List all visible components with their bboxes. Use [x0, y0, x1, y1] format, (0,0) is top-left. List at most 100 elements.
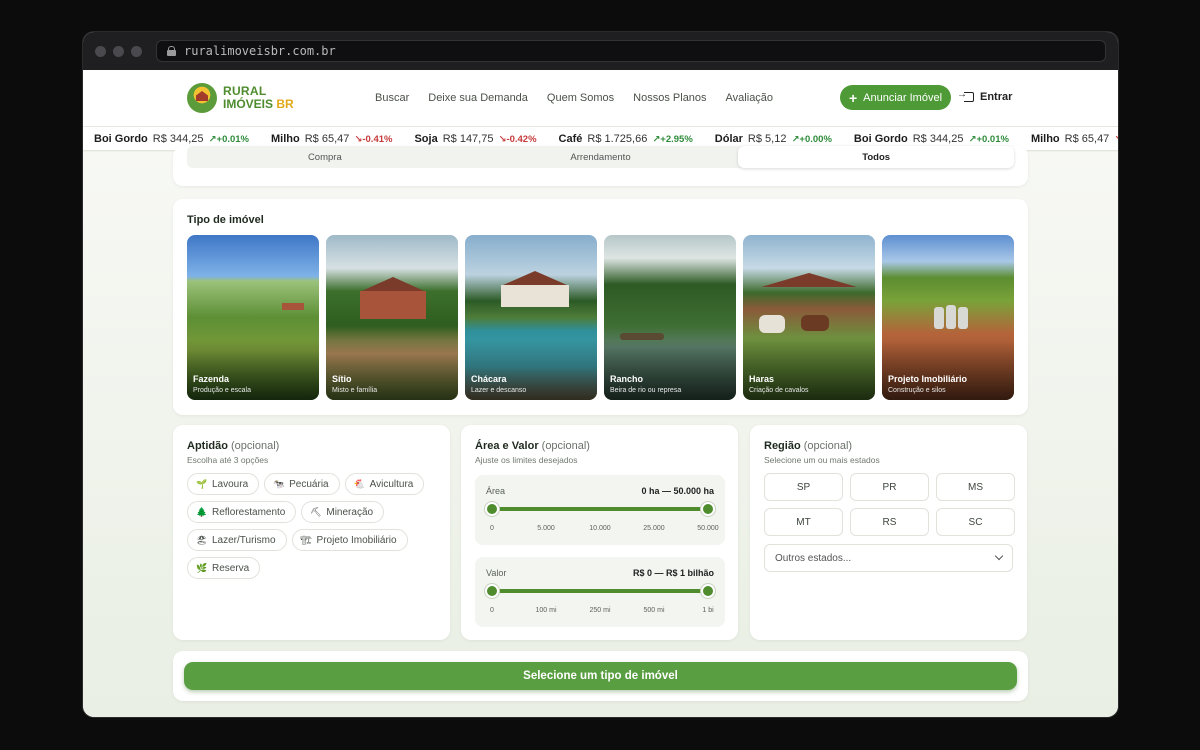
area-max-handle[interactable]	[701, 502, 715, 516]
ticker-price: R$ 65,47	[1064, 132, 1110, 145]
chip-label: Mineração	[326, 506, 374, 518]
chip-avicultura[interactable]: 🐔 Avicultura	[344, 473, 425, 495]
tile-subtitle: Misto e família	[332, 387, 378, 394]
chip-reserva[interactable]: 🌿 Reserva	[187, 557, 261, 579]
plus-icon: +	[848, 89, 858, 106]
chip-label: Lavoura	[212, 478, 249, 490]
regiao-optional: (opcional)	[803, 440, 853, 452]
ticker-change: ↗+0.00%	[791, 133, 832, 145]
logo-line2-a: IMÓVEIS	[223, 97, 274, 111]
state-rs[interactable]: RS	[850, 508, 929, 536]
ticker-change: ↘-0.42%	[498, 133, 537, 145]
url-text: ruralimoveisbr.com.br	[184, 44, 336, 58]
nav-buscar[interactable]: Buscar	[375, 92, 409, 104]
close-window-button[interactable]	[95, 45, 106, 57]
tile-sitio[interactable]: Sítio Misto e família	[326, 235, 458, 400]
ticker-change: ↗+0.01%	[208, 133, 250, 145]
ticker-item: Café R$ 1.725,66 ↗+2.95%	[559, 133, 693, 145]
nav-avaliacao[interactable]: Avaliação	[726, 92, 774, 104]
tile-projeto-imobiliario[interactable]: Projeto Imobiliário Construção e silos	[882, 235, 1014, 400]
tile-chacara[interactable]: Chácara Lazer e descanso	[465, 235, 597, 400]
nav-deixe-sua-demanda[interactable]: Deixe sua Demanda	[428, 92, 528, 104]
tile-fazenda[interactable]: Fazenda Produção e escala	[187, 235, 319, 400]
segment-arrendamento[interactable]: Arrendamento	[463, 146, 739, 168]
valor-max-handle[interactable]	[701, 584, 715, 598]
area-valor-title: Área e Valor (opcional)	[475, 440, 590, 452]
regiao-title: Região (opcional)	[764, 440, 852, 452]
minimize-window-button[interactable]	[113, 45, 124, 57]
ticker-change-value: +0.00%	[799, 133, 832, 145]
anunciar-imovel-button[interactable]: + Anunciar Imóvel	[840, 85, 951, 110]
slider-tick-label: 500 mi	[643, 607, 665, 614]
chip-label: Pecuária	[289, 478, 329, 490]
valor-slider-track[interactable]	[492, 589, 708, 593]
tile-title: Chácara	[471, 374, 507, 384]
segment-compra[interactable]: Compra	[187, 146, 463, 168]
property-type-title: Tipo de imóvel	[187, 214, 264, 226]
state-sc[interactable]: SC	[936, 508, 1015, 536]
maximize-window-button[interactable]	[131, 45, 142, 57]
chip-icon: ⛏	[310, 506, 322, 517]
entrar-button[interactable]: Entrar	[957, 89, 1013, 103]
address-bar[interactable]: ruralimoveisbr.com.br	[156, 40, 1106, 62]
chip-projeto-imobili-rio[interactable]: 🏗 Projeto Imobiliário	[291, 529, 408, 551]
chip-icon: 🐄	[273, 478, 285, 489]
outros-estados-select[interactable]: Outros estados...	[764, 544, 1013, 572]
chip-reflorestamento[interactable]: 🌲 Reflorestamento	[187, 501, 297, 523]
state-mt[interactable]: MT	[764, 508, 843, 536]
entrar-label: Entrar	[980, 91, 1013, 103]
tile-subtitle: Criação de cavalos	[749, 387, 809, 394]
chip-label: Avicultura	[369, 478, 414, 490]
chip-icon: 🌲	[196, 506, 208, 517]
anunciar-imovel-label: Anunciar Imóvel	[863, 91, 943, 104]
regiao-card: Região (opcional) Selecione um ou mais e…	[750, 425, 1027, 640]
ticker-change: ↘-0.41%	[1114, 134, 1118, 145]
slider-tick-label: 0	[490, 607, 494, 614]
state-sp[interactable]: SP	[764, 473, 843, 501]
slider-tick-label: 25.000	[643, 525, 665, 532]
tile-haras[interactable]: Haras Criação de cavalos	[743, 235, 875, 400]
logo[interactable]: RURAL IMÓVEIS BR	[187, 83, 294, 113]
ticker-change-value: +0.01%	[216, 133, 250, 145]
state-ms[interactable]: MS	[936, 473, 1015, 501]
aptidao-subtitle: Escolha até 3 opções	[187, 455, 269, 465]
area-slider-track[interactable]	[492, 507, 708, 511]
chip-label: Projeto Imobiliário	[316, 534, 397, 546]
ticker-item: Dólar R$ 5,12 ↗+0.00%	[715, 133, 832, 145]
ticker-change-value: -0.41%	[362, 133, 393, 145]
slider-tick-label: 50.000	[697, 525, 719, 532]
main-nav: Buscar Deixe sua Demanda Quem Somos Noss…	[375, 92, 773, 104]
tile-rancho[interactable]: Rancho Beira de rio ou represa	[604, 235, 736, 400]
chip-lavoura[interactable]: 🌱 Lavoura	[187, 473, 260, 495]
window-controls	[95, 45, 142, 57]
chip-lazer-turismo[interactable]: 🏖 Lazer/Turismo	[187, 529, 287, 551]
chip-pecu-ria[interactable]: 🐄 Pecuária	[264, 473, 340, 495]
search-content: Compra Arrendamento Todos Tipo de imóvel…	[83, 146, 1118, 717]
ticker-change: ↘-0.41%	[354, 133, 393, 145]
tile-title: Projeto Imobiliário	[888, 374, 968, 384]
ticker-item: Milho R$ 65,47 ↘-0.41%	[271, 133, 392, 145]
nav-quem-somos[interactable]: Quem Somos	[547, 92, 614, 104]
chip-minera-o[interactable]: ⛏ Mineração	[301, 501, 385, 523]
ticker-change: ↗+2.95%	[652, 133, 693, 145]
valor-range: Valor R$ 0 — R$ 1 bilhão 0 100 mi 250 mi 50…	[475, 557, 725, 627]
ticker-item: Milho R$ 65,47 ↘-0.41%	[1031, 133, 1118, 145]
valor-min-handle[interactable]	[485, 584, 499, 598]
area-min-handle[interactable]	[485, 502, 499, 516]
area-label: Área	[486, 486, 506, 496]
state-pr[interactable]: PR	[850, 473, 929, 501]
logo-mark-icon	[187, 83, 217, 113]
valor-label: Valor	[486, 568, 507, 578]
property-type-tiles: Fazenda Produção e escala Sítio Misto e …	[187, 235, 1014, 400]
aptidao-optional: (opcional)	[231, 440, 280, 452]
segment-todos[interactable]: Todos	[738, 146, 1015, 168]
logo-line2: IMÓVEIS BR	[223, 98, 294, 111]
valor-value: R$ 0 — R$ 1 bilhão	[632, 568, 714, 578]
ticker-item: Soja R$ 147,75 ↘-0.42%	[414, 133, 536, 145]
ticker-name: Boi Gordo	[853, 132, 908, 145]
tile-title: Fazenda	[193, 374, 230, 384]
slider-tick-label: 250 mi	[589, 607, 611, 614]
nav-nossos-planos[interactable]: Nossos Planos	[633, 92, 706, 104]
area-ticks: 0 5.000 10.000 25.000 50.000	[475, 525, 725, 535]
submit-button[interactable]: Selecione um tipo de imóvel	[184, 662, 1017, 690]
